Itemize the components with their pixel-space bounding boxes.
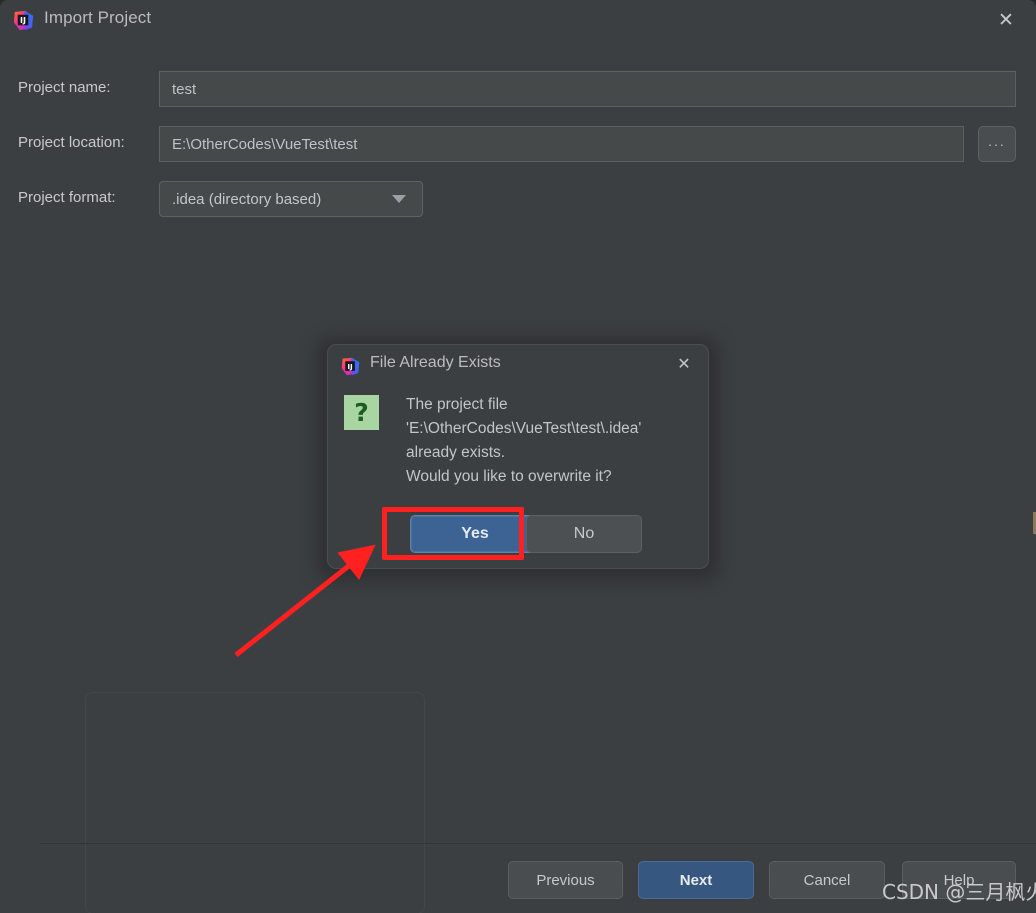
intellij-idea-logo-icon: IJ	[341, 357, 360, 376]
previous-button[interactable]: Previous	[508, 861, 623, 899]
dialog-message: The project file 'E:\OtherCodes\VueTest\…	[406, 396, 642, 485]
project-location-label: Project location:	[18, 134, 125, 151]
window-title: Import Project	[44, 8, 152, 27]
chevron-down-icon	[392, 195, 406, 203]
project-format-value: .idea (directory based)	[172, 190, 322, 208]
dialog-close-icon[interactable]: ✕	[670, 352, 698, 378]
import-project-window: IJ Import Project ✕ Project name: test P…	[0, 0, 1036, 913]
svg-text:IJ: IJ	[20, 16, 26, 25]
svg-text:IJ: IJ	[347, 362, 353, 371]
help-button[interactable]: Help	[902, 861, 1016, 899]
cancel-button[interactable]: Cancel	[769, 861, 885, 899]
dialog-no-button[interactable]: No	[526, 515, 642, 553]
project-name-input[interactable]: test	[159, 71, 1016, 107]
window-titlebar: IJ Import Project ✕	[0, 0, 1036, 42]
footer-separator	[40, 843, 1036, 844]
project-location-input[interactable]: E:\OtherCodes\VueTest\test	[159, 126, 964, 162]
project-name-label: Project name:	[18, 79, 111, 96]
intellij-idea-logo-icon: IJ	[13, 10, 34, 31]
close-icon[interactable]: ✕	[986, 6, 1026, 36]
project-format-select[interactable]: .idea (directory based)	[159, 181, 423, 217]
next-button[interactable]: Next	[638, 861, 754, 899]
dialog-yes-button[interactable]: Yes	[410, 515, 540, 553]
browse-button[interactable]: ...	[978, 126, 1016, 162]
dialog-title: File Already Exists	[370, 354, 501, 371]
file-already-exists-dialog: IJ File Already Exists ✕ ? The project f…	[327, 344, 709, 569]
project-format-label: Project format:	[18, 189, 116, 206]
background-ghost-panel	[85, 692, 425, 913]
ellipsis-icon: ...	[988, 133, 1006, 149]
question-mark-icon: ?	[344, 395, 379, 430]
